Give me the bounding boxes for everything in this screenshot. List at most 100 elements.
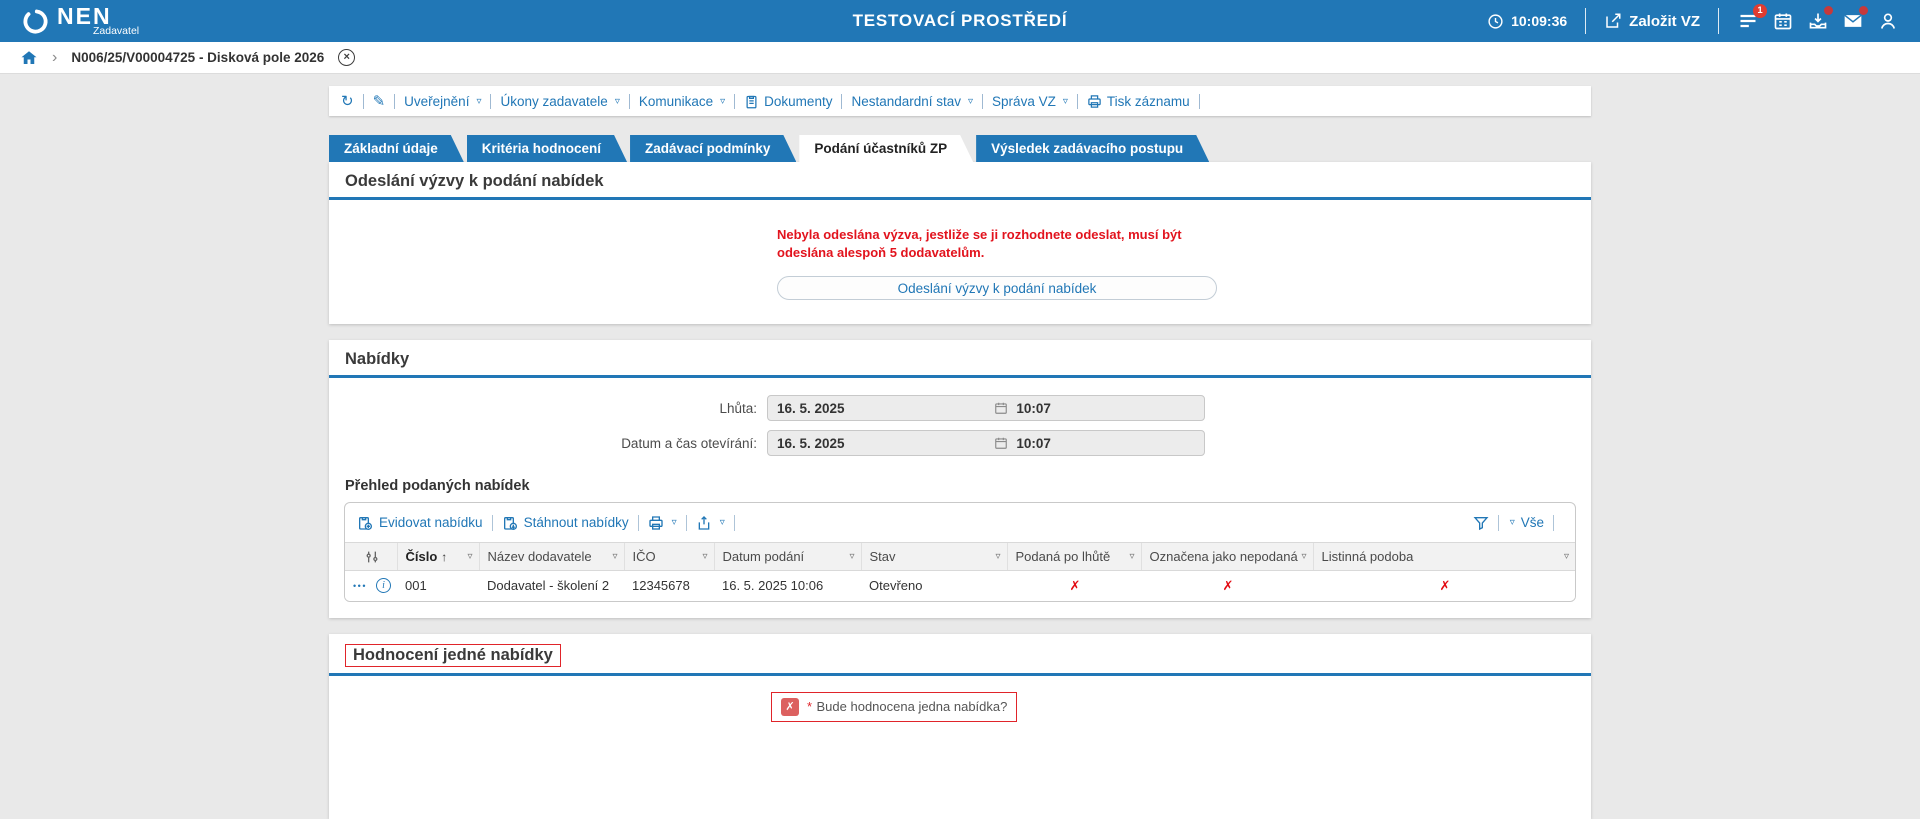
- chevron-down-icon: ▿: [671, 517, 677, 529]
- info-icon[interactable]: i: [375, 578, 391, 594]
- chevron-down-icon: ▿: [702, 551, 708, 563]
- row-menu-button[interactable]: •••: [353, 581, 367, 591]
- warning-message: Nebyla odeslána výzva, jestliže se ji ro…: [777, 227, 1182, 260]
- toolbar-divider: [733, 514, 735, 531]
- menu-uverejneni[interactable]: Uveřejnění ▿: [404, 94, 481, 109]
- stahnout-nabidky-button[interactable]: Stáhnout nabídky: [502, 515, 629, 531]
- print-grid-button[interactable]: ▿: [648, 515, 677, 531]
- create-vz-button[interactable]: Založit VZ: [1604, 12, 1700, 30]
- section-title: Odeslání výzvy k podání nabídek: [345, 172, 604, 190]
- cell-oznacena-jako-nepodana-no: ✗: [1141, 570, 1313, 601]
- menu-nestandardni-stav[interactable]: Nestandardní stav ▿: [851, 94, 973, 109]
- clipboard-download-icon: [503, 516, 517, 530]
- menu-dokumenty[interactable]: Dokumenty: [744, 94, 832, 109]
- menu-label: Úkony zadavatele: [500, 93, 608, 109]
- inbox-button[interactable]: [1807, 5, 1833, 32]
- oteviranie-datetime-field[interactable]: 16. 5. 2025 10:07: [767, 430, 1205, 457]
- column-header-ico[interactable]: IČO ▿: [623, 542, 714, 572]
- close-record-button[interactable]: ×: [338, 49, 356, 66]
- toolbar-divider: [841, 93, 843, 109]
- tab-kriteria-hodnoceni[interactable]: Kritéria hodnocení: [467, 135, 627, 162]
- column-label: IČO: [632, 549, 656, 565]
- calendar-button[interactable]: [1772, 11, 1793, 32]
- clock-icon: [1488, 13, 1503, 29]
- record-tabs: Základní údaje Kritéria hodnocení Zadáva…: [329, 135, 1591, 162]
- sort-asc-icon: ↑: [441, 549, 448, 564]
- lhuta-datetime-field[interactable]: 16. 5. 2025 10:07: [767, 395, 1205, 422]
- filter-all-selector[interactable]: ▿ Vše: [1508, 515, 1544, 530]
- pencil-icon: ✎: [372, 93, 386, 110]
- chevron-down-icon: ▿: [720, 95, 726, 107]
- chevron-down-icon: ▿: [995, 551, 1001, 563]
- menu-tisk-zaznamu[interactable]: Tisk záznamu: [1087, 94, 1190, 109]
- button-label: Stáhnout nabídky: [523, 515, 629, 531]
- refresh-button[interactable]: ↻: [341, 92, 354, 110]
- clock-time: 10:09:36: [1511, 13, 1568, 29]
- column-header-stav[interactable]: Stav ▿: [860, 542, 1007, 572]
- column-settings-button[interactable]: [345, 542, 397, 572]
- main-menu-button[interactable]: 1: [1737, 3, 1767, 32]
- mail-badge: [1859, 5, 1868, 15]
- column-header-datum-podani[interactable]: Datum podání ▿: [713, 542, 861, 572]
- edit-button[interactable]: ✎: [373, 92, 386, 110]
- menu-sprava-vz[interactable]: Správa VZ ▿: [992, 94, 1068, 109]
- messages-button[interactable]: [1842, 5, 1868, 32]
- form-row-oteviranie: Datum a čas otevírání: 16. 5. 2025 10:07: [329, 430, 1591, 457]
- chevron-down-icon: ▿: [476, 95, 482, 107]
- close-icon: ×: [343, 51, 350, 63]
- toolbar-divider: [362, 93, 364, 109]
- tab-vysledek-zadavaciho-postupu[interactable]: Výsledek zadávacího postupu: [976, 135, 1209, 162]
- export-grid-button[interactable]: ▿: [696, 515, 725, 531]
- column-header-oznacena-jako-nepodana[interactable]: Označena jako nepodaná ▿: [1140, 542, 1313, 572]
- menu-komunikace[interactable]: Komunikace ▿: [639, 94, 725, 109]
- clipboard-icon: [746, 95, 757, 108]
- chevron-down-icon: ▿: [612, 551, 618, 563]
- menu-ukony-zadavatele[interactable]: Úkony zadavatele ▿: [500, 94, 619, 109]
- menu-label: Komunikace: [638, 93, 714, 109]
- send-invitation-button[interactable]: Odeslání výzvy k podání nabídek: [777, 276, 1217, 301]
- table-row[interactable]: ••• i 001 Dodavatel - školení 2 12345678…: [345, 570, 1575, 601]
- tab-zadavaci-podminky[interactable]: Zadávací podmínky: [630, 135, 796, 162]
- toolbar-divider: [982, 93, 984, 109]
- validation-error-box: ✗ * Bude hodnocena jedna nabídka?: [771, 691, 1018, 722]
- cell-nazev-dodavatele: Dodavatel - školení 2: [479, 570, 624, 601]
- chevron-down-icon: ▿: [968, 95, 974, 107]
- toolbar-divider: [491, 514, 493, 531]
- cell-podana-po-lhute-no: ✗: [1007, 570, 1141, 601]
- share-export-icon: [698, 515, 710, 530]
- edit-square-icon: [1606, 13, 1621, 28]
- home-button[interactable]: [20, 49, 38, 67]
- column-header-listinna-podoba[interactable]: Listinná podoba ▿: [1312, 542, 1575, 572]
- create-vz-label: Založit VZ: [1629, 12, 1700, 30]
- chevron-down-icon: ▿: [467, 551, 473, 563]
- calendar-icon: [1774, 13, 1791, 30]
- user-profile-button[interactable]: [1877, 11, 1898, 32]
- printer-icon: [649, 515, 663, 530]
- clipboard-add-icon: [359, 516, 372, 530]
- tab-podani-ucastniku-zp[interactable]: Podání účastníků ZP: [799, 135, 973, 162]
- tab-zakladni-udaje[interactable]: Základní údaje: [329, 135, 464, 162]
- error-cross-icon: ✗: [781, 697, 799, 716]
- column-label: Datum podání: [722, 549, 805, 565]
- menu-badge: 1: [1753, 3, 1767, 18]
- nen-logo[interactable]: NEN Zadavatel: [22, 5, 139, 37]
- home-icon: [21, 50, 37, 64]
- printer-icon: [1088, 94, 1101, 108]
- section-header: Nabídky: [329, 340, 1591, 379]
- column-header-nazev-dodavatele[interactable]: Název dodavatele ▿: [478, 542, 624, 572]
- mail-icon: [1843, 14, 1862, 27]
- filter-button[interactable]: [1473, 515, 1489, 531]
- column-label: Číslo: [405, 549, 438, 565]
- cell-ico: 12345678: [624, 570, 714, 601]
- header-divider: [1718, 8, 1719, 34]
- section-title: Nabídky: [345, 350, 410, 369]
- person-icon: [1880, 13, 1895, 29]
- time-value: 10:07: [1016, 400, 1051, 416]
- evidovat-nabidku-button[interactable]: Evidovat nabídku: [357, 515, 483, 531]
- logo-subtitle: Zadavatel: [93, 25, 140, 38]
- toolbar-divider: [1198, 93, 1200, 109]
- toolbar-divider: [394, 93, 396, 109]
- column-header-cislo[interactable]: Číslo ↑ ▿: [396, 542, 479, 572]
- validation-error-text: Bude hodnocena jedna nabídka?: [816, 698, 1008, 714]
- column-header-podana-po-lhute[interactable]: Podaná po lhůtě ▿: [1006, 542, 1141, 572]
